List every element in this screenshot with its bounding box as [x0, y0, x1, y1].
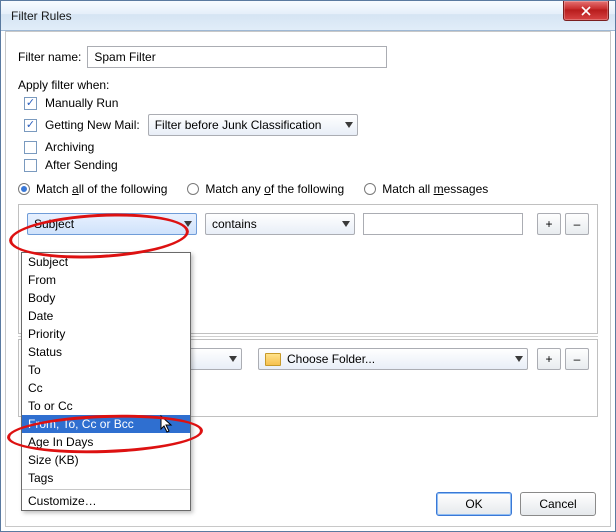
dropdown-item[interactable]: Priority [22, 325, 190, 343]
junk-classification-value: Filter before Junk Classification [155, 118, 322, 132]
rule-field-combo[interactable]: Subject [27, 213, 197, 235]
rule-field-value: Subject [34, 217, 74, 231]
dialog-footer: OK Cancel [436, 492, 596, 516]
window-title: Filter Rules [11, 9, 72, 23]
dropdown-item[interactable]: To or Cc [22, 397, 190, 415]
archiving-label: Archiving [45, 140, 94, 154]
choose-folder-value: Choose Folder... [287, 352, 375, 366]
match-all-messages-radio[interactable]: Match all messages [364, 182, 488, 196]
radio-icon [364, 183, 376, 195]
rule-row: Subject contains + – [27, 213, 589, 235]
chevron-down-icon [342, 221, 350, 227]
after-sending-label: After Sending [45, 158, 118, 172]
choose-folder-combo[interactable]: Choose Folder... [258, 348, 528, 370]
match-any-radio[interactable]: Match any of the following [187, 182, 344, 196]
rule-operator-value: contains [212, 217, 257, 231]
rule-field-dropdown[interactable]: SubjectFromBodyDatePriorityStatusToCcTo … [21, 252, 191, 511]
dropdown-item[interactable]: Size (KB) [22, 451, 190, 469]
action-remove-button[interactable]: – [565, 348, 589, 370]
cancel-button[interactable]: Cancel [520, 492, 596, 516]
getting-new-mail-label: Getting New Mail: [45, 118, 140, 132]
manually-run-label: Manually Run [45, 96, 118, 110]
dropdown-item[interactable]: Status [22, 343, 190, 361]
dropdown-item[interactable]: Body [22, 289, 190, 307]
filter-rules-dialog: Filter Rules Filter name: Apply filter w… [0, 0, 616, 532]
rule-operator-combo[interactable]: contains [205, 213, 355, 235]
match-all-radio[interactable]: Match all of the following [18, 182, 167, 196]
radio-icon [18, 183, 30, 195]
dropdown-item[interactable]: From [22, 271, 190, 289]
getting-new-mail-row[interactable]: Getting New Mail: Filter before Junk Cla… [24, 114, 598, 136]
action-add-button[interactable]: + [537, 348, 561, 370]
after-sending-row[interactable]: After Sending [24, 158, 598, 172]
radio-icon [187, 183, 199, 195]
manually-run-row[interactable]: Manually Run [24, 96, 598, 110]
chevron-down-icon [515, 356, 523, 362]
archiving-checkbox[interactable] [24, 141, 37, 154]
filter-name-label: Filter name: [18, 50, 81, 64]
dropdown-separator [22, 489, 190, 490]
ok-button[interactable]: OK [436, 492, 512, 516]
dropdown-item[interactable]: Subject [22, 253, 190, 271]
folder-icon [265, 353, 281, 366]
dropdown-customize[interactable]: Customize… [22, 492, 190, 510]
close-button[interactable] [563, 1, 609, 21]
manually-run-checkbox[interactable] [24, 97, 37, 110]
dropdown-item[interactable]: To [22, 361, 190, 379]
close-icon [581, 6, 591, 16]
chevron-down-icon [229, 356, 237, 362]
filter-name-input[interactable] [87, 46, 387, 68]
dropdown-item[interactable]: Age In Days [22, 433, 190, 451]
dropdown-item[interactable]: Date [22, 307, 190, 325]
chevron-down-icon [345, 122, 353, 128]
rule-remove-button[interactable]: – [565, 213, 589, 235]
getting-new-mail-checkbox[interactable] [24, 119, 37, 132]
rule-value-input[interactable] [363, 213, 523, 235]
match-mode-row: Match all of the following Match any of … [18, 182, 598, 196]
apply-when-heading: Apply filter when: [18, 78, 598, 92]
chevron-down-icon [184, 221, 192, 227]
archiving-row[interactable]: Archiving [24, 140, 598, 154]
junk-classification-combo[interactable]: Filter before Junk Classification [148, 114, 358, 136]
dropdown-item[interactable]: Cc [22, 379, 190, 397]
rule-add-button[interactable]: + [537, 213, 561, 235]
dropdown-item[interactable]: From, To, Cc or Bcc [22, 415, 190, 433]
after-sending-checkbox[interactable] [24, 159, 37, 172]
dropdown-item[interactable]: Tags [22, 469, 190, 487]
filter-name-row: Filter name: [18, 46, 598, 68]
titlebar[interactable]: Filter Rules [1, 1, 615, 31]
